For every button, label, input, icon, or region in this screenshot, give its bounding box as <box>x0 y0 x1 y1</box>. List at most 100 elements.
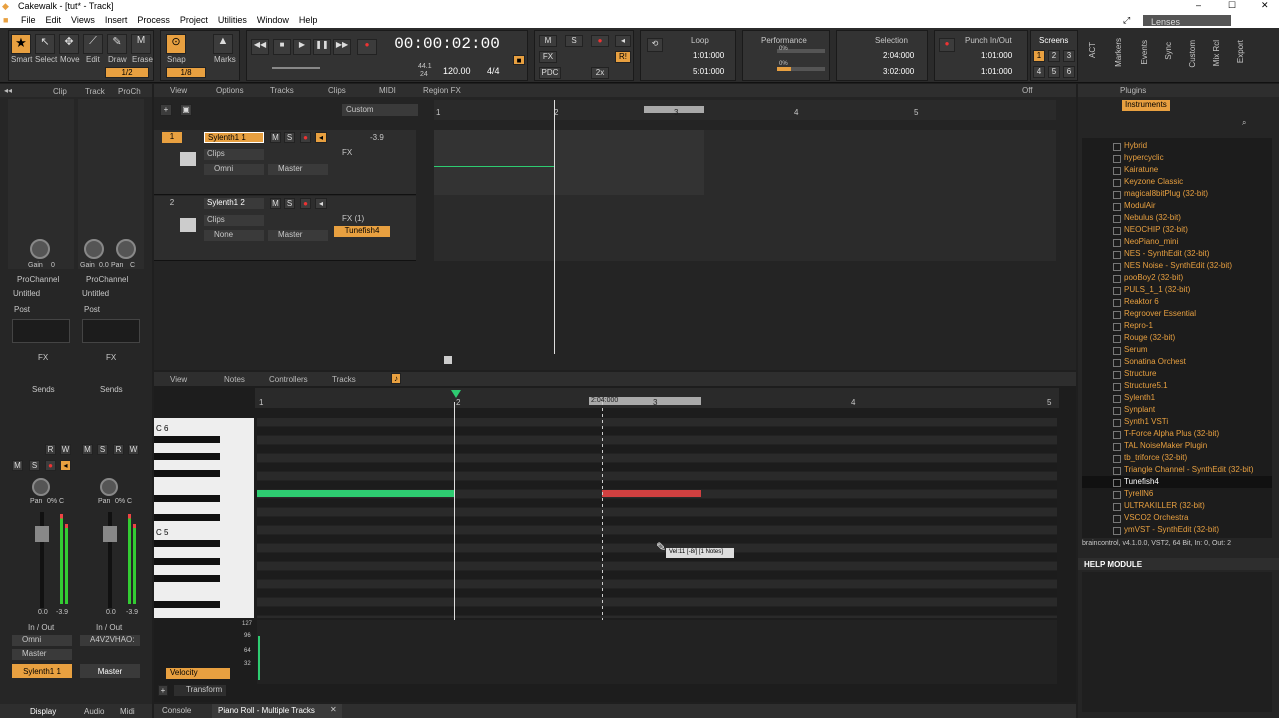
read-button-1[interactable]: R <box>45 444 56 455</box>
menu-help[interactable]: Help <box>294 13 323 25</box>
black-key[interactable] <box>154 436 220 443</box>
track-view-icon[interactable]: ▣ <box>180 104 192 116</box>
menu-window[interactable]: Window <box>252 13 294 25</box>
plugin-item[interactable]: Nebulus (32-bit) <box>1082 212 1272 224</box>
plugin-item[interactable]: TyrellN6 <box>1082 488 1272 500</box>
screenset-1[interactable]: 1 <box>1033 50 1045 62</box>
pianoroll-tab[interactable]: Piano Roll - Multiple Tracks <box>212 704 342 718</box>
tv-menu-view[interactable]: View <box>170 86 187 95</box>
plugin-item[interactable]: pooBoy2 (32-bit) <box>1082 272 1272 284</box>
strip-name-1[interactable]: Sylenth1 1 <box>12 664 72 678</box>
output-select-1[interactable]: Master <box>12 649 72 660</box>
plugin-item[interactable]: Serum <box>1082 344 1272 356</box>
instruments-tab[interactable]: Instruments <box>1122 100 1170 111</box>
tv-menu-regionfx[interactable]: Region FX <box>423 86 461 95</box>
menu-process[interactable]: Process <box>132 13 175 25</box>
smart-tool-icon[interactable]: ★ <box>11 34 31 54</box>
track-1-fx[interactable]: FX <box>342 148 352 157</box>
preset-dropdown[interactable]: Custom <box>342 104 418 116</box>
echo-button-1[interactable]: ◂ <box>60 460 71 471</box>
eq-graph-1[interactable] <box>12 319 70 343</box>
plugin-item[interactable]: hypercyclic <box>1082 152 1272 164</box>
plugin-item[interactable]: ModulAir <box>1082 200 1272 212</box>
snap-value[interactable]: 1/8 <box>166 67 206 78</box>
pan-knob-3[interactable] <box>100 478 118 496</box>
pr-ruler[interactable]: 1 2 2:04:000 3 4 5 <box>255 388 1059 408</box>
plugin-item[interactable]: NEOCHIP (32-bit) <box>1082 224 1272 236</box>
read-all-icon[interactable]: ◂ <box>615 35 631 47</box>
track-1-solo[interactable]: S <box>284 132 295 143</box>
black-key[interactable] <box>154 558 220 565</box>
tv-hscroll[interactable] <box>444 356 452 364</box>
note-grid[interactable] <box>257 418 1057 618</box>
record-icon[interactable]: ● <box>357 39 377 55</box>
screenset-3[interactable]: 3 <box>1063 50 1075 62</box>
velocity-bar[interactable] <box>258 636 260 680</box>
tv-menu-midi[interactable]: MIDI <box>379 86 396 95</box>
playhead-marker[interactable] <box>451 390 461 398</box>
plugin-item[interactable]: Hybrid <box>1082 140 1272 152</box>
fx-button[interactable]: FX <box>539 51 557 63</box>
plugin-item[interactable]: ymVST - SynthEdit (32-bit) <box>1082 524 1272 536</box>
track-2-output[interactable]: Master <box>268 230 328 241</box>
track-2-arm-icon[interactable]: ● <box>300 198 311 209</box>
plugin-item[interactable]: PULS_1_1 (32-bit) <box>1082 284 1272 296</box>
plugin-item[interactable]: T-Force Alpha Plus (32-bit) <box>1082 428 1272 440</box>
close-button[interactable]: ✕ <box>1261 0 1269 11</box>
inspector-nav-icon[interactable]: ◂◂ <box>4 86 12 95</box>
black-key[interactable] <box>154 495 220 502</box>
tab-prochannel[interactable]: ProCh <box>118 87 141 96</box>
track-2-echo-icon[interactable]: ◂ <box>315 198 327 209</box>
meter[interactable]: 4/4 <box>487 66 500 76</box>
post-label-2[interactable]: Post <box>84 305 100 314</box>
menu-utilities[interactable]: Utilities <box>213 13 252 25</box>
mute-all-button[interactable]: M <box>539 35 557 47</box>
tab-audio[interactable]: Audio <box>84 707 104 716</box>
eq-graph-2[interactable] <box>82 319 140 343</box>
black-key[interactable] <box>154 470 220 477</box>
record-all-icon[interactable]: ● <box>591 35 609 47</box>
fast-forward-icon[interactable]: ▶▶ <box>333 39 351 55</box>
punch-toggle-icon[interactable]: ● <box>939 38 955 52</box>
track-2-clips[interactable]: Clips <box>204 215 264 226</box>
plugin-item[interactable]: Structure <box>1082 368 1272 380</box>
move-tool-icon[interactable]: ✥ <box>59 34 79 54</box>
mute-button-1[interactable]: M <box>12 460 23 471</box>
plugin-item[interactable]: VSCO2 Orchestra <box>1082 512 1272 524</box>
rewind-icon[interactable]: ◀◀ <box>251 39 269 55</box>
track-1-echo-icon[interactable]: ◂ <box>315 132 327 143</box>
black-key[interactable] <box>154 601 220 608</box>
events-tab[interactable]: Events <box>1140 40 1149 64</box>
plugin-item[interactable]: Structure5.1 <box>1082 380 1272 392</box>
loop-toggle-icon[interactable]: ⟲ <box>647 38 663 52</box>
track-2-fx[interactable]: FX (1) <box>342 214 364 223</box>
mute-button-2[interactable]: M <box>82 444 93 455</box>
plugin-item[interactable]: NeoPiano_mini <box>1082 236 1272 248</box>
expand-icon[interactable]: ⤢ <box>1118 13 1135 26</box>
track-1-mute[interactable]: M <box>270 132 281 143</box>
menu-file[interactable]: File <box>16 13 41 25</box>
play-icon[interactable]: ▶ <box>293 39 311 55</box>
preset-name-2[interactable]: Untitled <box>82 289 109 298</box>
transform-button[interactable]: Transform <box>174 685 226 696</box>
screenset-4[interactable]: 4 <box>1033 66 1045 78</box>
track-2-input[interactable]: None <box>204 230 264 241</box>
note-red[interactable] <box>602 490 701 497</box>
close-tab-icon[interactable]: ✕ <box>330 705 337 714</box>
piano-icon-2[interactable] <box>180 218 196 232</box>
solo-button-1[interactable]: S <box>29 460 40 471</box>
edit-tool-icon[interactable]: ⟋ <box>83 34 103 54</box>
select-tool-icon[interactable]: ↖ <box>35 34 55 54</box>
track-1-input[interactable]: Omni <box>204 164 264 175</box>
plugin-item[interactable]: Rouge (32-bit) <box>1082 332 1272 344</box>
2x-button[interactable]: 2x <box>591 67 609 79</box>
loop-start[interactable]: 1:01:000 <box>693 51 724 60</box>
tv-menu-clips[interactable]: Clips <box>328 86 346 95</box>
tempo[interactable]: 120.00 <box>443 66 471 76</box>
track-1-name[interactable]: Sylenth1 1 <box>204 132 264 143</box>
track-1-clips[interactable]: Clips <box>204 149 264 160</box>
plugin-item[interactable]: Synplant <box>1082 404 1272 416</box>
tab-clip[interactable]: Clip <box>53 87 67 96</box>
menu-views[interactable]: Views <box>66 13 100 25</box>
plugin-item[interactable]: NES - SynthEdit (32-bit) <box>1082 248 1272 260</box>
